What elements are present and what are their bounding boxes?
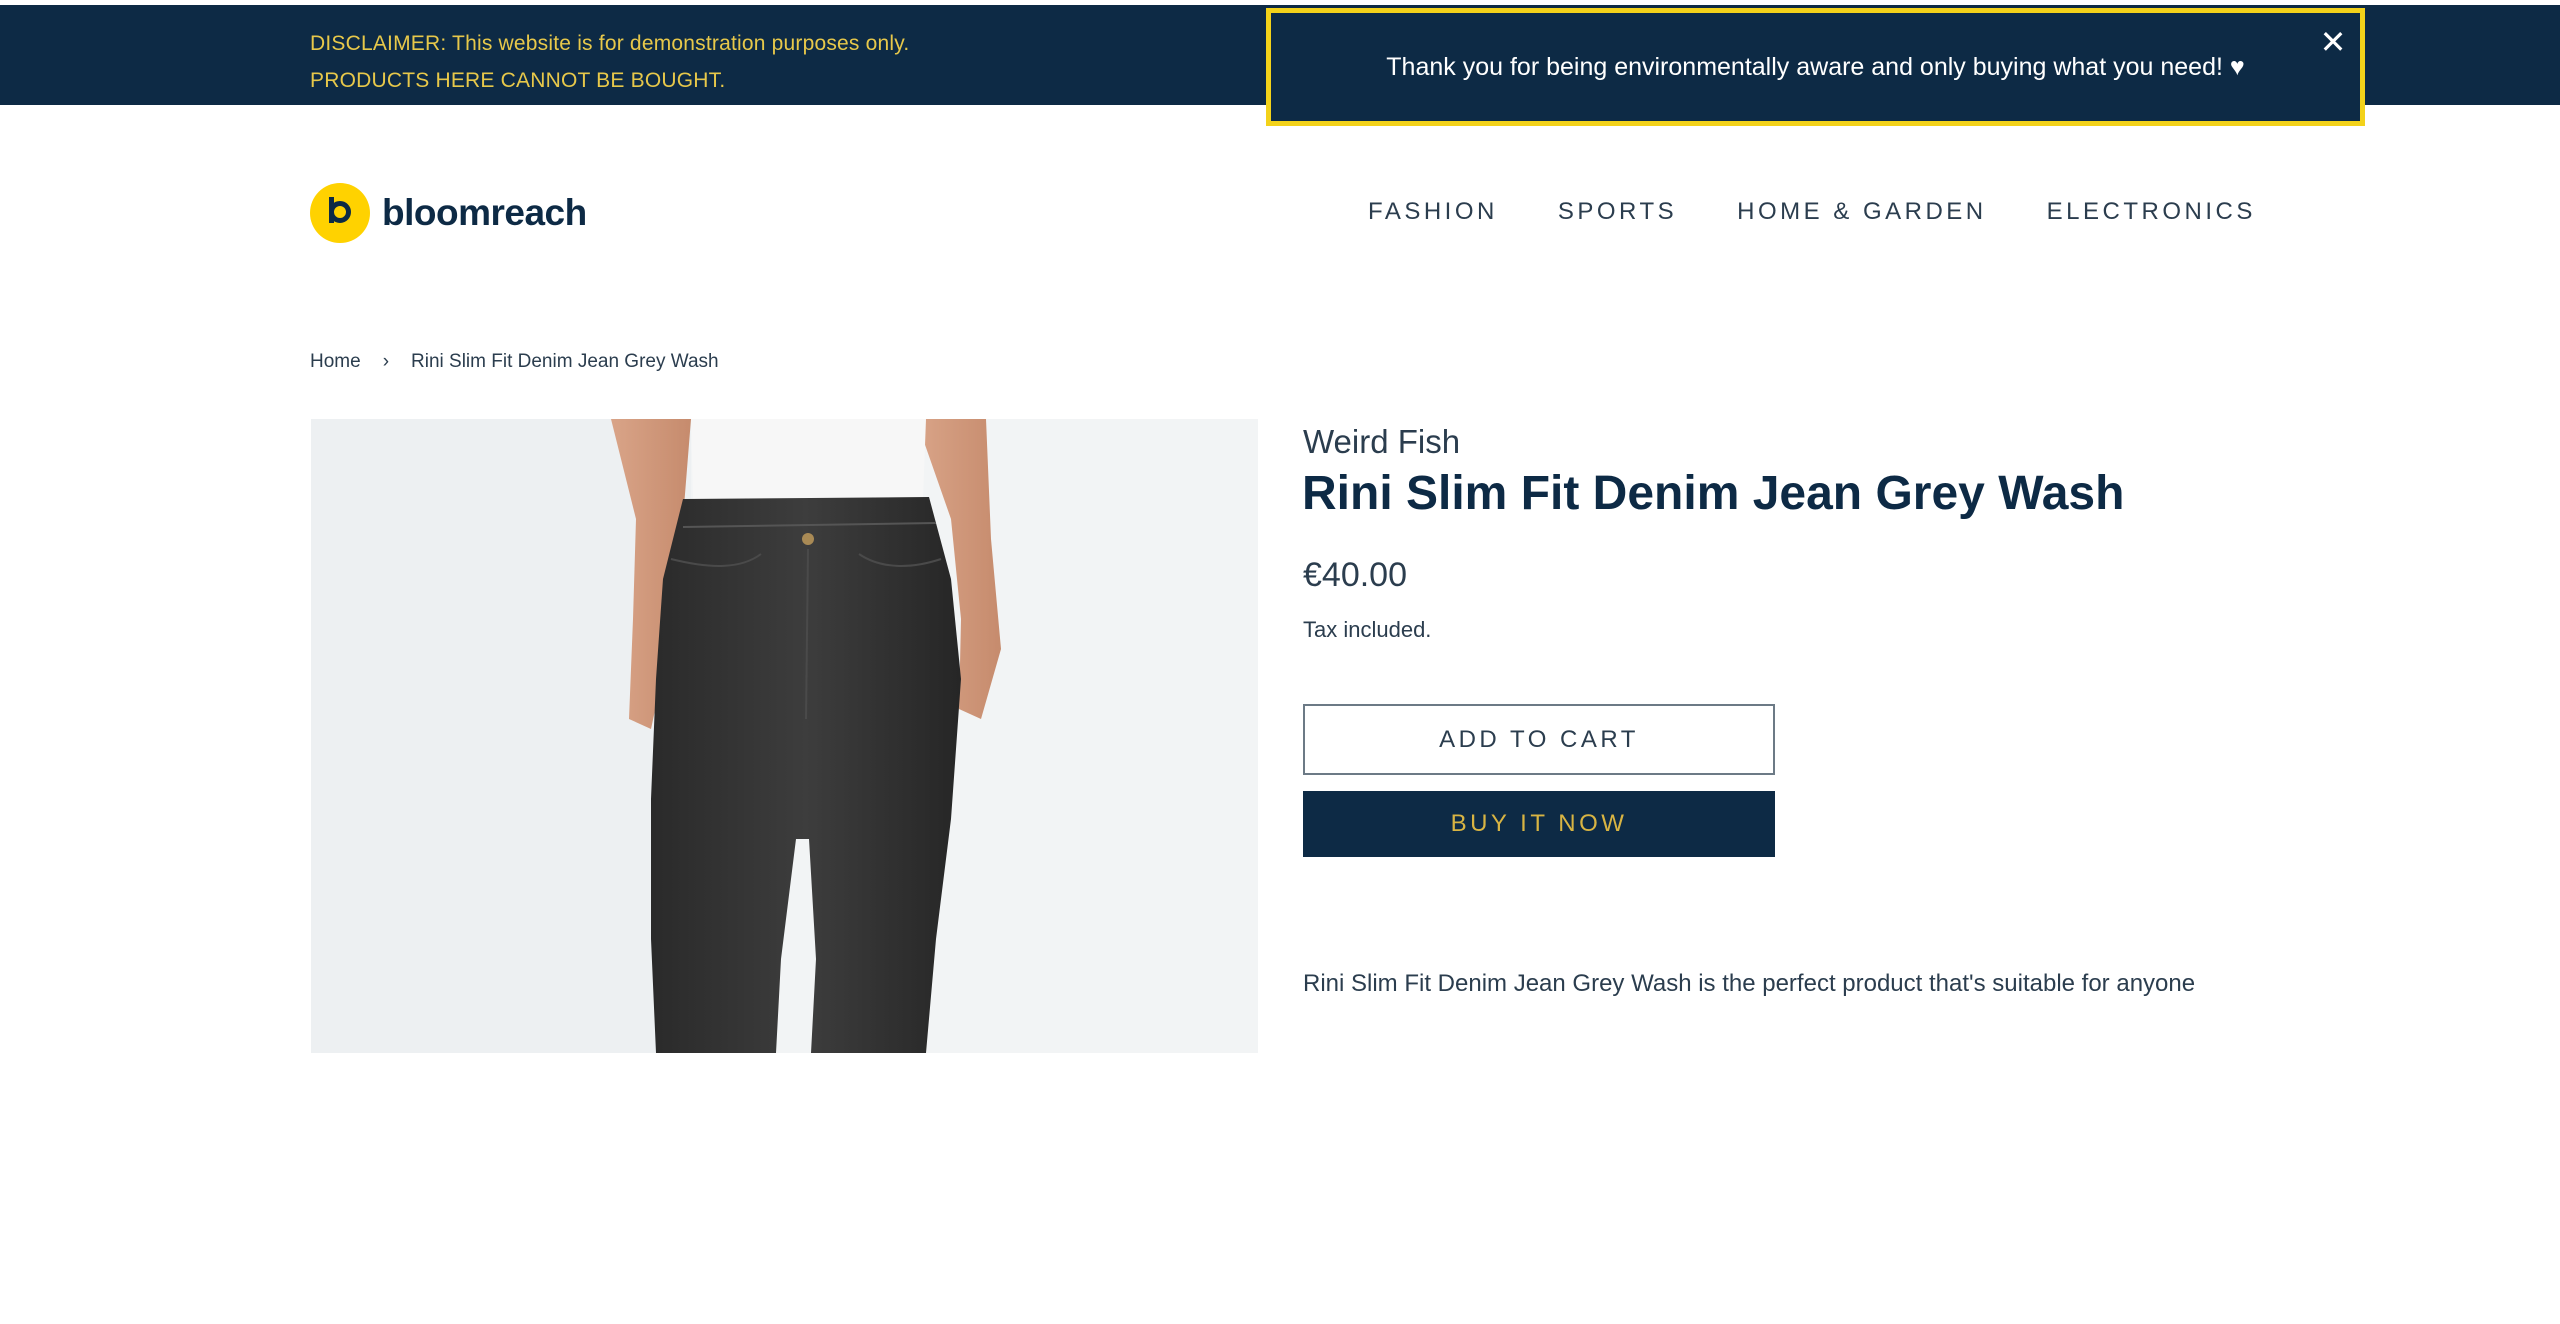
- nav-item-home-garden[interactable]: HOME & GARDEN: [1737, 198, 1987, 226]
- breadcrumb: Home › Rini Slim Fit Denim Jean Grey Was…: [310, 351, 719, 373]
- site-header: bloomreach FASHION SPORTS HOME & GARDEN …: [0, 160, 2560, 270]
- product-price: €40.00: [1303, 556, 1407, 594]
- notice-popup: Thank you for being environmentally awar…: [1266, 8, 2365, 126]
- notice-text: Thank you for being environmentally awar…: [1386, 53, 2245, 81]
- breadcrumb-separator: ›: [382, 351, 390, 372]
- breadcrumb-current: Rini Slim Fit Denim Jean Grey Wash: [411, 351, 719, 372]
- bloomreach-logo-icon: [310, 183, 370, 243]
- product-description: Rini Slim Fit Denim Jean Grey Wash is th…: [1303, 970, 2196, 997]
- add-to-cart-button[interactable]: ADD TO CART: [1303, 704, 1775, 775]
- fade-overlay: [1258, 1040, 1958, 1060]
- logo-text: bloomreach: [382, 192, 587, 233]
- jeans-illustration: [311, 419, 1258, 1053]
- product-image[interactable]: [311, 419, 1258, 1053]
- tax-note: Tax included.: [1303, 617, 1432, 642]
- close-icon[interactable]: ✕: [2318, 26, 2348, 58]
- breadcrumb-home-link[interactable]: Home: [310, 351, 361, 373]
- product-vendor: Weird Fish: [1303, 423, 1461, 460]
- buy-now-button[interactable]: BUY IT NOW: [1303, 791, 1775, 857]
- topbar-edge: [0, 0, 195, 5]
- nav-item-sports[interactable]: SPORTS: [1558, 198, 1677, 226]
- disclaimer-text: DISCLAIMER: This website is for demonstr…: [310, 32, 910, 92]
- nav-item-electronics[interactable]: ELECTRONICS: [2047, 198, 2256, 226]
- main-nav: FASHION SPORTS HOME & GARDEN ELECTRONICS: [1368, 198, 2256, 226]
- nav-item-fashion[interactable]: FASHION: [1368, 198, 1498, 226]
- product-title: Rini Slim Fit Denim Jean Grey Wash: [1302, 467, 2125, 520]
- logo-link[interactable]: bloomreach: [310, 183, 587, 243]
